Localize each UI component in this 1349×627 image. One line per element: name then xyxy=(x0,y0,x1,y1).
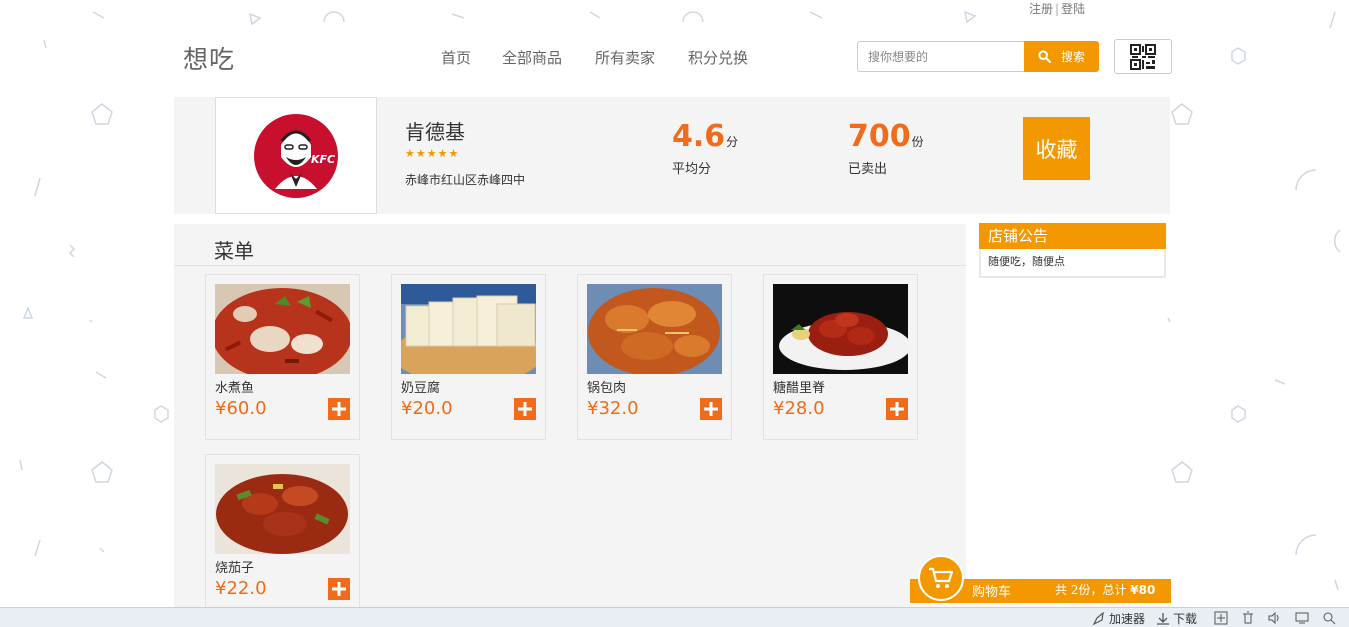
plus-icon xyxy=(332,582,346,596)
cart-summary-text: 共 2份，总计 xyxy=(1055,583,1127,597)
dish-price: ¥22.0 xyxy=(215,578,267,599)
browser-status-bar: 加速器 下载 xyxy=(0,607,1349,627)
store-logo: KFC xyxy=(215,97,377,214)
menu-panel: 菜单 水煮鱼 ¥60.0 奶豆腐 ¥20.0 锅包肉 ¥32.0 糖醋里脊 ¥2… xyxy=(174,224,966,620)
dish-card[interactable]: 锅包肉 ¥32.0 xyxy=(577,274,732,440)
link-separator: | xyxy=(1055,2,1060,16)
shopping-cart-button[interactable] xyxy=(918,555,964,601)
qr-code-button[interactable] xyxy=(1114,39,1172,74)
cart-label: 购物车 xyxy=(972,585,1012,600)
download-label: 下载 xyxy=(1173,612,1198,626)
dish-price: ¥28.0 xyxy=(773,398,825,419)
download-button[interactable]: 下载 xyxy=(1156,610,1197,627)
store-address: 赤峰市红山区赤峰四中 xyxy=(405,173,526,187)
dish-name: 锅包肉 xyxy=(587,381,627,396)
zoom-icon[interactable] xyxy=(1322,611,1336,625)
average-score-stat: 4.6分 平均分 xyxy=(672,119,738,177)
dish-card[interactable]: 烧茄子 ¥22.0 xyxy=(205,454,360,620)
shopping-cart-icon xyxy=(929,567,954,588)
add-to-cart-button[interactable] xyxy=(328,578,350,600)
site-logo[interactable]: 想吃 xyxy=(183,40,235,76)
window-icon[interactable] xyxy=(1214,611,1228,625)
store-notice-content: 随便吃，随便点 xyxy=(979,249,1166,278)
add-to-cart-button[interactable] xyxy=(328,398,350,420)
dish-image[interactable] xyxy=(215,284,350,374)
plus-icon xyxy=(704,402,718,416)
search-button-label: 搜索 xyxy=(1060,50,1085,64)
store-notice-title: 店铺公告 xyxy=(979,223,1166,249)
plus-icon xyxy=(332,402,346,416)
dish-image[interactable] xyxy=(773,284,908,374)
search-button[interactable]: 搜索 xyxy=(1024,41,1099,72)
dish-card[interactable]: 糖醋里脊 ¥28.0 xyxy=(763,274,918,440)
kfc-logo-icon: KFC xyxy=(254,113,338,198)
nav-all-products[interactable]: 全部商品 xyxy=(502,47,562,68)
sold-count-value: 700 xyxy=(848,119,911,154)
nav-home[interactable]: 首页 xyxy=(441,47,471,68)
dish-name: 水煮鱼 xyxy=(215,381,255,396)
register-link[interactable]: 注册 xyxy=(1029,2,1053,16)
screen-icon[interactable] xyxy=(1295,611,1309,625)
qr-code-icon xyxy=(1130,43,1156,70)
plus-icon xyxy=(518,402,532,416)
search-icon xyxy=(1038,50,1051,63)
sold-count-stat: 700份 已卖出 xyxy=(848,119,924,177)
add-to-cart-button[interactable] xyxy=(514,398,536,420)
add-to-cart-button[interactable] xyxy=(700,398,722,420)
sold-count-unit: 份 xyxy=(911,135,924,149)
dish-card[interactable]: 奶豆腐 ¥20.0 xyxy=(391,274,546,440)
dish-price: ¥60.0 xyxy=(215,398,267,419)
menu-divider xyxy=(174,265,966,266)
search-input[interactable] xyxy=(857,41,1025,72)
dish-image[interactable] xyxy=(401,284,536,374)
cart-summary: 共 2份，总计 ¥80 xyxy=(1055,581,1155,598)
average-score-unit: 分 xyxy=(726,135,739,149)
favorite-button[interactable]: 收藏 xyxy=(1023,117,1090,180)
average-score-label: 平均分 xyxy=(672,162,712,177)
menu-title: 菜单 xyxy=(214,239,254,263)
dish-card[interactable]: 水煮鱼 ¥60.0 xyxy=(205,274,360,440)
store-notice: 店铺公告 随便吃，随便点 xyxy=(979,223,1166,278)
volume-icon[interactable] xyxy=(1267,611,1281,625)
cart-total: ¥80 xyxy=(1130,583,1156,597)
dish-price: ¥20.0 xyxy=(401,398,453,419)
trash-icon[interactable] xyxy=(1241,611,1255,625)
store-banner: KFC 肯德基 ★★★★★ 赤峰市红山区赤峰四中 4.6分 平均分 700份 已… xyxy=(174,97,1170,214)
average-score-value: 4.6 xyxy=(672,119,726,154)
sold-count-label: 已卖出 xyxy=(848,162,888,177)
add-to-cart-button[interactable] xyxy=(886,398,908,420)
accelerator-button[interactable]: 加速器 xyxy=(1092,610,1145,627)
accelerator-label: 加速器 xyxy=(1109,612,1146,626)
store-name: 肯德基 xyxy=(405,120,465,144)
kfc-logo-text: KFC xyxy=(311,153,335,166)
dish-name: 烧茄子 xyxy=(215,561,255,576)
dish-name: 奶豆腐 xyxy=(401,381,441,396)
dish-name: 糖醋里脊 xyxy=(773,381,826,396)
dish-image[interactable] xyxy=(215,464,350,554)
store-rating-stars: ★★★★★ xyxy=(405,147,460,160)
dish-image[interactable] xyxy=(587,284,722,374)
nav-all-sellers[interactable]: 所有卖家 xyxy=(595,47,655,68)
nav-points-exchange[interactable]: 积分兑换 xyxy=(688,47,748,68)
top-links: 注册 | 登陆 xyxy=(1029,0,1085,18)
download-icon xyxy=(1157,612,1169,625)
login-link[interactable]: 登陆 xyxy=(1061,2,1085,16)
dish-price: ¥32.0 xyxy=(587,398,639,419)
rocket-icon xyxy=(1092,611,1104,625)
plus-icon xyxy=(890,402,904,416)
